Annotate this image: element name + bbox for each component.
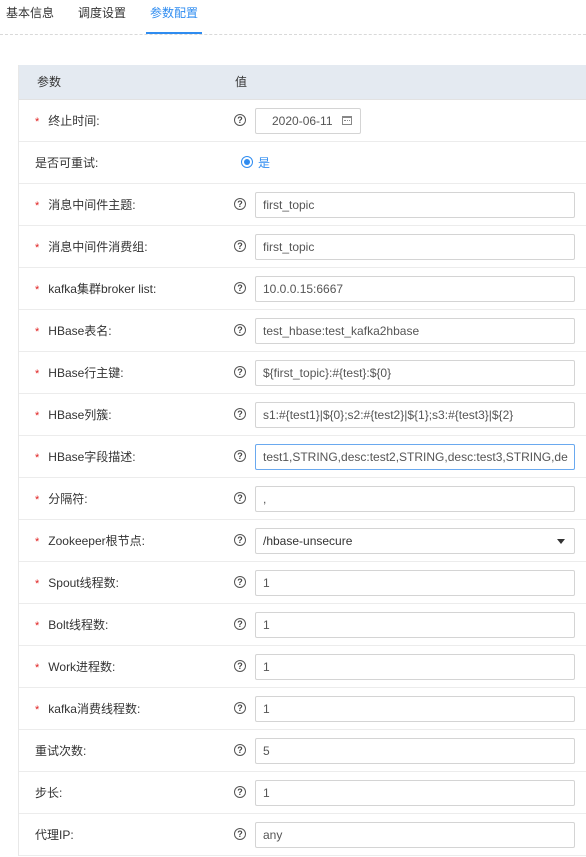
table-row: 重试次数: ? 5	[19, 730, 586, 772]
table-row: * HBase列簇: ? s1:#{test1}|${0};s2:#{test2}…	[19, 394, 586, 436]
table-row: * 消息中间件消费组: ? first_topic	[19, 226, 586, 268]
row-label: 步长:	[35, 786, 63, 800]
table-row: * Spout线程数: ? 1	[19, 562, 586, 604]
help-icon[interactable]: ?	[234, 450, 246, 462]
mq-group-input[interactable]: first_topic	[255, 234, 575, 260]
table-row: * 消息中间件主题: ? first_topic	[19, 184, 586, 226]
help-icon[interactable]: ?	[234, 534, 246, 546]
help-icon[interactable]: ?	[234, 492, 246, 504]
help-icon[interactable]: ?	[234, 240, 246, 252]
row-label: * Zookeeper根节点:	[35, 534, 145, 548]
help-icon[interactable]: ?	[234, 114, 246, 126]
tab-schedule-settings[interactable]: 调度设置	[78, 0, 126, 32]
calendar-icon[interactable]	[342, 116, 352, 125]
required-mark: *	[35, 536, 40, 548]
retry-count-input[interactable]: 5	[255, 738, 575, 764]
help-icon[interactable]: ?	[234, 828, 246, 840]
required-mark: *	[35, 662, 40, 674]
row-label: * Bolt线程数:	[35, 618, 109, 632]
column-header-param: 参数	[37, 75, 62, 89]
chevron-down-icon[interactable]	[557, 539, 565, 544]
table-row: * Work进程数: ? 1	[19, 646, 586, 688]
tab-basic-info[interactable]: 基本信息	[6, 0, 54, 32]
row-label: * 消息中间件主题:	[35, 198, 136, 212]
retryable-radio-label[interactable]: 是	[258, 142, 270, 184]
row-label: 代理IP:	[35, 828, 74, 842]
separator-input[interactable]: ,	[255, 486, 575, 512]
zk-node-selected-value: /hbase-unsecure	[263, 534, 353, 548]
row-label: * 消息中间件消费组:	[35, 240, 148, 254]
kafka-brokers-input[interactable]: 10.0.0.15:6667	[255, 276, 575, 302]
table-row: * HBase表名: ? test_hbase:test_kafka2hbase	[19, 310, 586, 352]
help-icon[interactable]: ?	[234, 198, 246, 210]
hbase-fields-input[interactable]: test1,STRING,desc:test2,STRING,desc:test…	[255, 444, 575, 470]
required-mark: *	[35, 326, 40, 338]
required-mark: *	[35, 620, 40, 632]
help-icon[interactable]: ?	[234, 576, 246, 588]
table-row: * 分隔符: ? ,	[19, 478, 586, 520]
table-row: 代理IP: ? any	[19, 814, 586, 856]
row-label: 重试次数:	[35, 744, 87, 758]
required-mark: *	[35, 200, 40, 212]
mq-topic-input[interactable]: first_topic	[255, 192, 575, 218]
work-procs-input[interactable]: 1	[255, 654, 575, 680]
table-row: * HBase行主键: ? ${first_topic}:#{test}:${0}	[19, 352, 586, 394]
help-icon[interactable]: ?	[234, 744, 246, 756]
retryable-radio-yes[interactable]	[241, 156, 253, 168]
column-header-value: 值	[235, 75, 248, 89]
table-row: * HBase字段描述: ? test1,STRING,desc:test2,ST…	[19, 436, 586, 478]
row-label: * HBase表名:	[35, 324, 112, 338]
table-header: 参数 值	[19, 65, 586, 100]
hbase-family-input[interactable]: s1:#{test1}|${0};s2:#{test2}|${1};s3:#{t…	[255, 402, 575, 428]
table-row: 是否可重试: 是	[19, 142, 586, 184]
table-row: * kafka消费线程数: ? 1	[19, 688, 586, 730]
help-icon[interactable]: ?	[234, 282, 246, 294]
kafka-threads-input[interactable]: 1	[255, 696, 575, 722]
step-input[interactable]: 1	[255, 780, 575, 806]
row-label: * HBase行主键:	[35, 366, 124, 380]
help-icon[interactable]: ?	[234, 366, 246, 378]
required-mark: *	[35, 242, 40, 254]
table-row: * Bolt线程数: ? 1	[19, 604, 586, 646]
row-label: 是否可重试:	[35, 156, 99, 170]
row-label: * kafka集群broker list:	[35, 282, 157, 296]
row-label: * Spout线程数:	[35, 576, 119, 590]
date-value: 2020-06-11	[272, 114, 333, 128]
row-label: * 终止时间:	[35, 114, 100, 128]
help-icon[interactable]: ?	[234, 324, 246, 336]
required-mark: *	[35, 494, 40, 506]
end-time-date-picker[interactable]: 2020-06-11	[255, 108, 361, 134]
row-label: * HBase字段描述:	[35, 450, 136, 464]
required-mark: *	[35, 116, 40, 128]
required-mark: *	[35, 410, 40, 422]
table-row: * Zookeeper根节点: ? /hbase-unsecure	[19, 520, 586, 562]
param-table: 参数 值 * 终止时间: ? 2020-06-11 是否可重试: 是 * 消息中间件…	[18, 65, 586, 856]
required-mark: *	[35, 578, 40, 590]
hbase-rowkey-input[interactable]: ${first_topic}:#{test}:${0}	[255, 360, 575, 386]
table-row: * 终止时间: ? 2020-06-11	[19, 100, 586, 142]
required-mark: *	[35, 704, 40, 716]
required-mark: *	[35, 284, 40, 296]
row-label: * 分隔符:	[35, 492, 88, 506]
spout-threads-input[interactable]: 1	[255, 570, 575, 596]
hbase-table-input[interactable]: test_hbase:test_kafka2hbase	[255, 318, 575, 344]
tab-param-config[interactable]: 参数配置	[146, 0, 203, 34]
help-icon[interactable]: ?	[234, 618, 246, 630]
table-row: * kafka集群broker list: ? 10.0.0.15:6667	[19, 268, 586, 310]
row-label: * kafka消费线程数:	[35, 702, 141, 716]
zk-node-select[interactable]: /hbase-unsecure	[255, 528, 575, 554]
tab-bar: 基本信息 调度设置 参数配置	[0, 0, 586, 35]
help-icon[interactable]: ?	[234, 786, 246, 798]
bolt-threads-input[interactable]: 1	[255, 612, 575, 638]
required-mark: *	[35, 452, 40, 464]
proxy-ip-input[interactable]: any	[255, 822, 575, 848]
help-icon[interactable]: ?	[234, 408, 246, 420]
required-mark: *	[35, 368, 40, 380]
row-label: * HBase列簇:	[35, 408, 112, 422]
row-label: * Work进程数:	[35, 660, 116, 674]
table-row: 步长: ? 1	[19, 772, 586, 814]
help-icon[interactable]: ?	[234, 660, 246, 672]
help-icon[interactable]: ?	[234, 702, 246, 714]
